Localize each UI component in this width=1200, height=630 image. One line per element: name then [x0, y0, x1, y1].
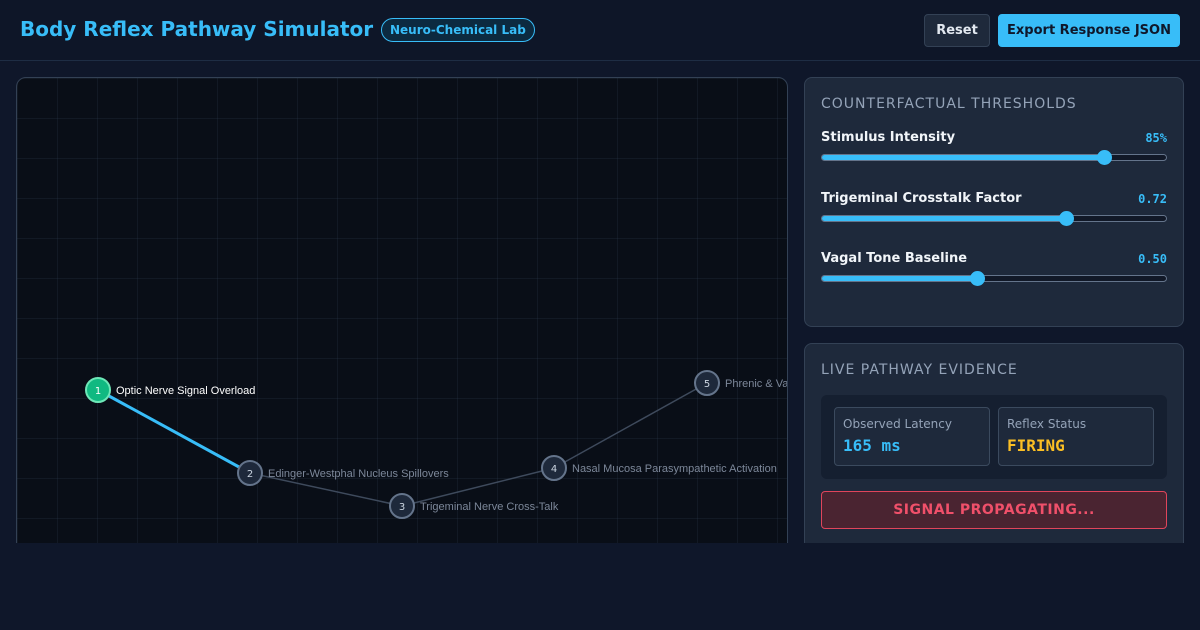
latency-metric: Observed Latency 165 ms [834, 407, 990, 466]
pathway-node[interactable]: 4 Nasal Mucosa Parasympathetic Activation [541, 455, 777, 481]
slider-thumb[interactable] [1097, 150, 1113, 165]
reflex-status-label: Reflex Status [1007, 417, 1087, 431]
evidence-metrics: Observed Latency 165 ms Reflex Status FI… [821, 395, 1167, 479]
pathway-node[interactable]: 3 Trigeminal Nerve Cross-Talk [389, 493, 559, 519]
thresholds-title: COUNTERFACTUAL THRESHOLDS [821, 96, 1077, 112]
slider-trigeminal-crosstalk: Trigeminal Crosstalk Factor 0.72 [821, 191, 1167, 241]
pathway-node-label: Edinger-Westphal Nucleus Spillovers [268, 468, 449, 480]
pathway-graph: 1 Optic Nerve Signal Overload 2 Edinger-Wes… [85, 370, 788, 519]
reflex-status-metric: Reflex Status FIRING [998, 407, 1154, 466]
trigeminal-crosstalk-slider[interactable] [821, 211, 1167, 226]
page-background [0, 543, 1200, 630]
evidence-panel: LIVE PATHWAY EVIDENCE Observed Latency 1… [804, 343, 1184, 563]
thresholds-panel: COUNTERFACTUAL THRESHOLDS Stimulus Inten… [804, 77, 1184, 327]
latency-label: Observed Latency [843, 417, 952, 431]
export-json-button[interactable]: Export Response JSON [998, 14, 1180, 47]
pathway-node-label: Trigeminal Nerve Cross-Talk [420, 501, 559, 513]
pathway-node-label: Phrenic & Vagus [725, 378, 788, 390]
evidence-title: LIVE PATHWAY EVIDENCE [821, 362, 1018, 378]
pathway-edge [97, 388, 251, 475]
pathway-node-number: 3 [399, 502, 405, 513]
slider-fill [822, 155, 1105, 160]
latency-value: 165 ms [843, 436, 901, 455]
signal-status-banner: SIGNAL PROPAGATING... [821, 491, 1167, 529]
vagal-tone-slider[interactable] [821, 271, 1167, 286]
reset-button[interactable]: Reset [924, 14, 990, 47]
slider-thumb[interactable] [1059, 211, 1075, 226]
slider-value: 0.72 [1138, 192, 1167, 206]
slider-thumb[interactable] [969, 271, 985, 286]
stimulus-intensity-slider[interactable] [821, 150, 1167, 165]
pathway-node-number: 5 [704, 379, 710, 390]
pathway-node[interactable]: 5 Phrenic & Vagus [694, 370, 788, 396]
slider-value: 0.50 [1138, 252, 1167, 266]
pathway-canvas[interactable]: 1 Optic Nerve Signal Overload 2 Edinger-Wes… [16, 77, 788, 557]
slider-vagal-tone: Vagal Tone Baseline 0.50 [821, 251, 1167, 301]
reflex-status-value: FIRING [1007, 436, 1065, 455]
pathway-node-number: 4 [551, 464, 557, 475]
pathway-edge [553, 382, 708, 469]
slider-stimulus-intensity: Stimulus Intensity 85% [821, 130, 1167, 180]
slider-label: Trigeminal Crosstalk Factor [821, 191, 1022, 206]
pathway-node-label: Optic Nerve Signal Overload [116, 385, 255, 397]
pathway-node-number: 2 [247, 469, 253, 480]
slider-fill [822, 276, 977, 281]
slider-label: Vagal Tone Baseline [821, 251, 968, 266]
slider-value: 85% [1145, 131, 1167, 145]
app-title: Body Reflex Pathway Simulator [20, 17, 374, 41]
top-bar: Body Reflex Pathway Simulator Neuro-Chem… [0, 0, 1200, 61]
pathway-node-number: 1 [95, 386, 101, 397]
pathway-node[interactable]: 2 Edinger-Westphal Nucleus Spillovers [237, 460, 449, 486]
pathway-node-label: Nasal Mucosa Parasympathetic Activation [572, 463, 777, 475]
slider-label: Stimulus Intensity [821, 130, 956, 145]
lab-badge: Neuro-Chemical Lab [381, 18, 535, 42]
slider-fill [822, 216, 1067, 221]
